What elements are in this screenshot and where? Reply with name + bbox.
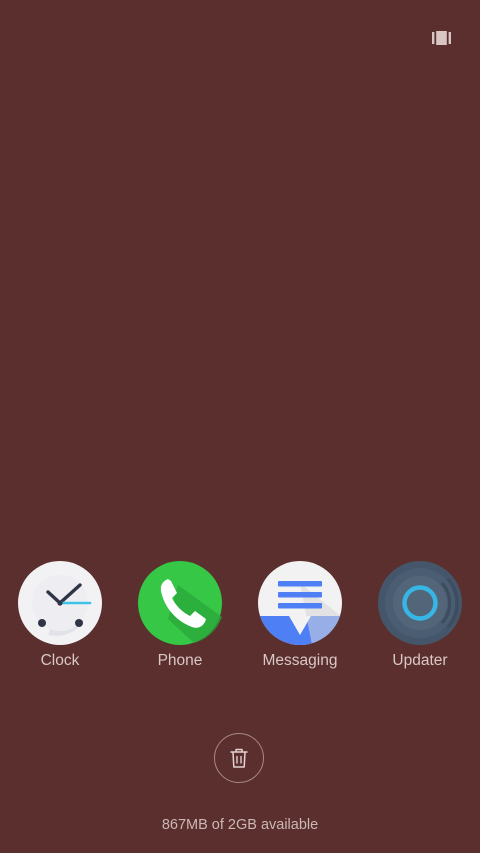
recent-app-phone[interactable]: Phone: [120, 561, 240, 670]
app-label-clock: Clock: [40, 652, 80, 669]
recent-apps-list: Clock Phone Messaging Updater: [0, 561, 480, 681]
recent-app-updater[interactable]: Updater: [360, 561, 480, 670]
phone-icon: [138, 561, 222, 645]
clock-icon: [18, 561, 102, 645]
messaging-icon: [258, 561, 342, 645]
trash-icon: [230, 748, 248, 768]
clear-all-button[interactable]: [214, 733, 264, 783]
updater-icon: [378, 561, 462, 645]
layout-toggle-button[interactable]: [426, 26, 456, 50]
recent-app-messaging[interactable]: Messaging: [240, 561, 360, 670]
recents-layout-icon: [431, 31, 451, 45]
app-label-phone: Phone: [157, 652, 203, 669]
recent-app-clock[interactable]: Clock: [0, 561, 120, 670]
app-label-messaging: Messaging: [262, 652, 338, 669]
memory-status: 867MB of 2GB available: [161, 817, 319, 833]
app-label-updater: Updater: [392, 652, 448, 669]
